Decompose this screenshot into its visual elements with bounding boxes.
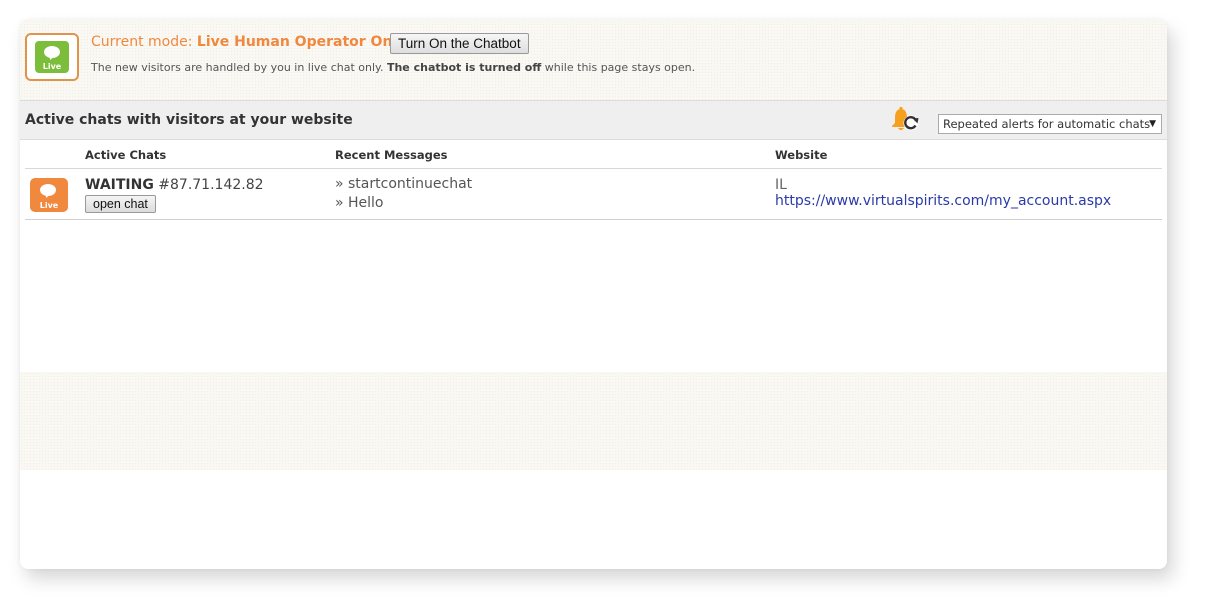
visitor-id: #87.71.142.82 (158, 177, 264, 193)
recent-message: » startcontinuechat (335, 176, 473, 192)
live-chat-icon: Live (35, 41, 69, 73)
section-title: Active chats with visitors at your websi… (25, 112, 353, 128)
header-recent-messages: Recent Messages (335, 148, 448, 162)
live-icon-label: Live (39, 201, 59, 210)
live-icon-label: Live (42, 62, 62, 71)
website-url-link[interactable]: https://www.virtualspirits.com/my_accoun… (775, 193, 1111, 209)
dropdown-arrow-icon: ▼ (1149, 119, 1156, 129)
live-chat-panel: Live Current mode: Live Human Operator O… (20, 20, 1167, 569)
bell-refresh-icon[interactable] (890, 106, 922, 134)
chat-bubble-icon (40, 184, 56, 196)
chat-status: WAITING #87.71.142.82 (85, 177, 264, 193)
recent-message: » Hello (335, 195, 384, 211)
mode-description: The new visitors are handled by you in l… (91, 61, 695, 74)
description-bold-text: The chatbot is turned off (386, 61, 542, 74)
status-label: WAITING (85, 177, 154, 193)
turn-on-chatbot-button[interactable]: Turn On the Chatbot (390, 33, 529, 54)
open-chat-button[interactable]: open chat (85, 195, 156, 213)
alert-mode-selected: Repeated alerts for automatic chats (943, 117, 1151, 131)
visitor-country: IL (775, 177, 787, 193)
table-row: Live WAITING #87.71.142.82 open chat » s… (25, 169, 1162, 220)
alert-mode-select[interactable]: Repeated alerts for automatic chats ▼ (938, 114, 1162, 134)
header-active-chats: Active Chats (85, 148, 167, 162)
description-text-end: while this page stays open. (544, 61, 696, 74)
live-mode-icon-frame: Live (25, 33, 79, 81)
decorative-band (20, 372, 1167, 470)
chat-bubble-icon (44, 46, 60, 58)
current-mode-prefix: Current mode: (91, 34, 193, 50)
current-mode-title: Current mode: Live Human Operator Only (91, 34, 406, 50)
active-chats-table: Active Chats Recent Messages Website Liv… (25, 141, 1162, 220)
description-text: The new visitors are handled by you in l… (91, 61, 384, 74)
table-header: Active Chats Recent Messages Website (25, 141, 1162, 169)
active-chats-header: Active chats with visitors at your websi… (20, 100, 1167, 140)
live-chat-icon: Live (30, 178, 68, 212)
header-website: Website (775, 148, 828, 162)
current-mode-value: Live Human Operator Only (196, 34, 407, 50)
mode-bar: Live Current mode: Live Human Operator O… (20, 20, 1167, 100)
